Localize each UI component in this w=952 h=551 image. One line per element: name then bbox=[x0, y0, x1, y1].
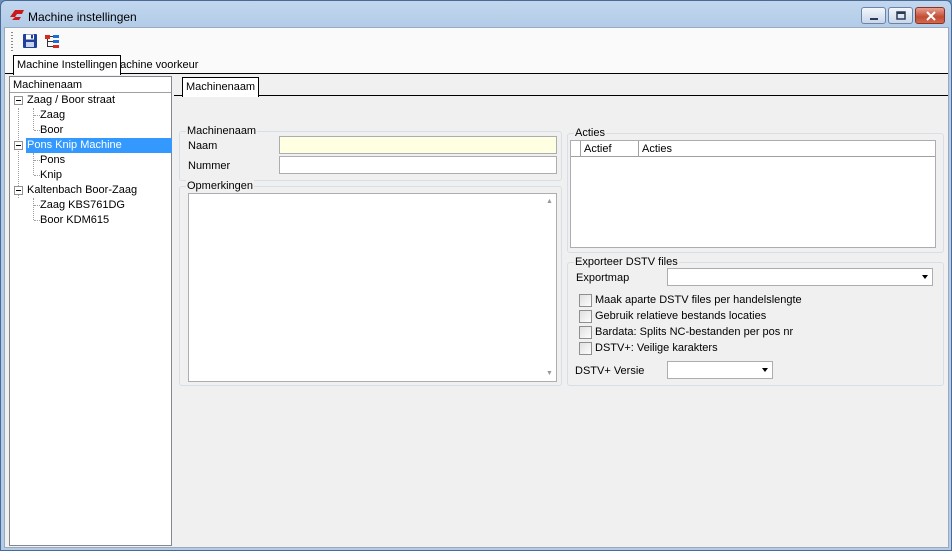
save-button[interactable] bbox=[21, 32, 39, 50]
toolbar-grip[interactable] bbox=[11, 32, 13, 52]
tree-item-boor[interactable]: Boor bbox=[40, 123, 63, 138]
dstv-versie-dropdown[interactable] bbox=[667, 361, 773, 379]
minimize-icon bbox=[870, 18, 878, 20]
app-logo-icon bbox=[10, 10, 24, 20]
tree-item-zaag-kbs761dg[interactable]: Zaag KBS761DG bbox=[40, 198, 125, 213]
collapse-toggle-icon[interactable] bbox=[14, 186, 23, 195]
client-area: Machine Instellingen Machine voorkeur Ma… bbox=[4, 27, 949, 548]
tree-connector bbox=[33, 198, 34, 220]
acties-grid[interactable]: Actief Acties bbox=[570, 140, 936, 248]
close-button[interactable] bbox=[915, 7, 945, 24]
tree-connector bbox=[18, 108, 19, 198]
exporteer-dstv-group-title: Exporteer DSTV files bbox=[574, 256, 679, 268]
tree-item-knip[interactable]: Knip bbox=[40, 168, 62, 183]
column-actief[interactable]: Actief bbox=[580, 141, 638, 157]
acties-group-title: Acties bbox=[574, 127, 606, 139]
tree-view-button[interactable] bbox=[43, 32, 61, 50]
window-title: Machine instellingen bbox=[28, 10, 137, 24]
machine-tree: Machinenaam Zaag / Boor straat Zaag Boor… bbox=[9, 76, 172, 546]
opmerkingen-textarea[interactable] bbox=[188, 193, 557, 382]
exportmap-label: Exportmap bbox=[576, 272, 630, 284]
tab-machinenaam[interactable]: Machinenaam bbox=[182, 77, 260, 97]
collapse-toggle-icon[interactable] bbox=[14, 96, 23, 105]
floppy-disk-icon bbox=[23, 34, 37, 48]
tree-item-pons-knip-machine[interactable]: Pons Knip Machine bbox=[26, 138, 172, 153]
checkbox-label: DSTV+: Veilige karakters bbox=[595, 342, 718, 354]
collapse-toggle-icon[interactable] bbox=[14, 141, 23, 150]
checkbox-box[interactable] bbox=[579, 326, 592, 339]
dstv-versie-label: DSTV+ Versie bbox=[575, 365, 645, 377]
tree-item-kaltenbach-boor-zaag[interactable]: Kaltenbach Boor-Zaag bbox=[27, 183, 137, 198]
chevron-down-icon bbox=[922, 275, 928, 279]
row-selector-header bbox=[571, 141, 580, 157]
outer-tab-strip: Machine Instellingen Machine voorkeur bbox=[5, 55, 948, 75]
acties-grid-header: Actief Acties bbox=[571, 141, 935, 157]
tree-structure-icon bbox=[45, 35, 59, 48]
inner-tab-strip: Machinenaam bbox=[174, 74, 948, 97]
minimize-button[interactable] bbox=[861, 7, 886, 24]
close-icon bbox=[926, 11, 936, 21]
checkbox-label: Bardata: Splits NC-bestanden per pos nr bbox=[595, 326, 794, 338]
opmerkingen-group-title: Opmerkingen bbox=[186, 180, 255, 192]
tree-item-pons[interactable]: Pons bbox=[40, 153, 65, 168]
tree-item-zaag-boor-straat[interactable]: Zaag / Boor straat bbox=[27, 93, 115, 108]
checkbox-label: Gebruik relatieve bestands locaties bbox=[595, 310, 767, 322]
title-bar[interactable]: Machine instellingen bbox=[1, 1, 951, 27]
nummer-label: Nummer bbox=[188, 160, 231, 172]
tree-item-zaag[interactable]: Zaag bbox=[40, 108, 65, 123]
main-window: Machine instellingen Machine Instellinge… bbox=[0, 0, 952, 551]
exportmap-dropdown[interactable] bbox=[667, 268, 933, 286]
chevron-down-icon bbox=[762, 368, 768, 372]
checkbox-box[interactable] bbox=[579, 294, 592, 307]
tree-item-boor-kdm615[interactable]: Boor KDM615 bbox=[40, 213, 109, 228]
checkbox-label: Maak aparte DSTV files per handelslengte bbox=[595, 294, 802, 306]
checkbox-box[interactable] bbox=[579, 342, 592, 355]
column-acties[interactable]: Acties bbox=[638, 141, 935, 157]
naam-label: Naam bbox=[188, 140, 218, 152]
tree-column-header[interactable]: Machinenaam bbox=[10, 77, 171, 93]
details-pane: Machinenaam Machinenaam Naam Nummer Opme… bbox=[174, 74, 948, 548]
nummer-input[interactable] bbox=[279, 156, 557, 174]
naam-input[interactable] bbox=[279, 136, 557, 154]
machinenaam-group-title: Machinenaam bbox=[186, 125, 258, 137]
checkbox-box[interactable] bbox=[579, 310, 592, 323]
tab-machine-voorkeur[interactable]: Machine voorkeur bbox=[108, 57, 201, 74]
tab-machine-instellingen[interactable]: Machine Instellingen bbox=[13, 55, 122, 75]
tree-connector bbox=[33, 153, 34, 175]
tree-connector bbox=[33, 108, 34, 130]
restore-icon bbox=[896, 11, 906, 20]
toolbar bbox=[5, 28, 948, 55]
maximize-button[interactable] bbox=[888, 7, 913, 24]
